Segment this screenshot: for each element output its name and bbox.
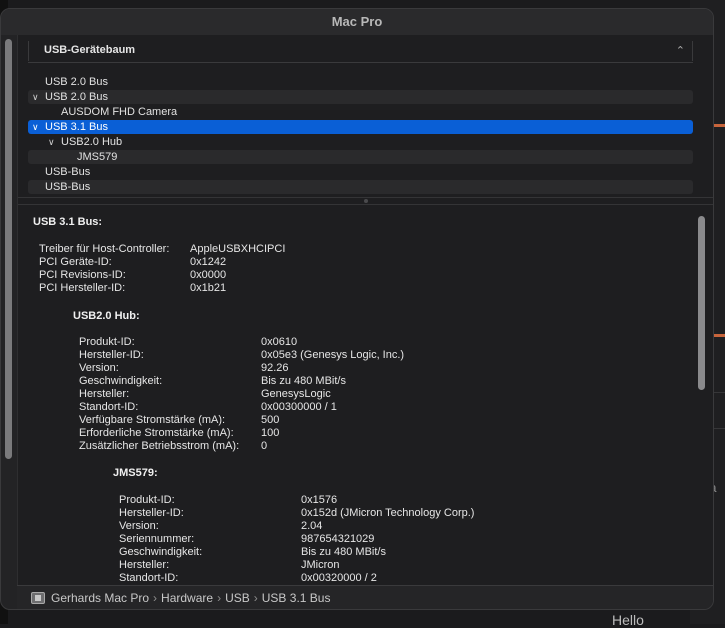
usb-device-tree: USB 2.0 Bus ∨ USB 2.0 Bus AUSDOM FHD Cam…: [28, 75, 693, 194]
prop-value: GenesysLogic: [261, 388, 331, 400]
details-scrollbar[interactable]: [698, 216, 705, 390]
tree-item-jms579[interactable]: JMS579: [28, 150, 693, 164]
prop-value: 0: [261, 440, 268, 452]
tree-item-usb-bus-2[interactable]: USB-Bus: [28, 180, 693, 194]
pane-splitter[interactable]: [18, 197, 713, 205]
tree-item-usb20-bus-2[interactable]: ∨ USB 2.0 Bus: [28, 90, 693, 104]
tree-item-label: USB 2.0 Bus: [45, 76, 108, 88]
prop-key: Produkt-ID:: [79, 336, 135, 348]
device-title: JMS579:: [113, 467, 158, 479]
prop-key: Verfügbare Stromstärke (mA):: [79, 414, 226, 426]
chevron-up-icon[interactable]: ⌃: [676, 44, 685, 57]
content-pane: USB-Gerätebaum ⌃ USB 2.0 Bus ∨ USB 2.0 B…: [17, 35, 713, 585]
prop-value: JMicron: [301, 559, 340, 571]
prop-value: AppleUSBXHCIPCI: [190, 243, 286, 255]
prop-key: Zusätzlicher Betriebsstrom (mA):: [79, 440, 240, 452]
breadcrumb-item-hardware[interactable]: Hardware: [161, 591, 213, 605]
prop-value: 100: [261, 427, 280, 439]
prop-key: Standort-ID:: [79, 401, 139, 413]
prop-key: Erforderliche Stromstärke (mA):: [79, 427, 234, 439]
prop-key: Produkt-ID:: [119, 494, 175, 506]
prop-value: 0x1242: [190, 256, 227, 268]
prop-value: Bis zu 480 MBit/s: [301, 546, 386, 558]
mac-pro-icon: [31, 592, 45, 604]
prop-value: 0x05e3 (Genesys Logic, Inc.): [261, 349, 405, 361]
tree-item-usb-bus-1[interactable]: USB-Bus: [28, 165, 693, 179]
disclosure-chevron-down-icon[interactable]: ∨: [32, 90, 39, 104]
prop-key: Standort-ID:: [119, 572, 179, 584]
bus-title: USB 3.1 Bus:: [33, 216, 103, 228]
prop-value: 987654321029: [301, 533, 375, 545]
tree-item-label: USB2.0 Hub: [61, 136, 123, 148]
tree-item-label: USB 2.0 Bus: [45, 91, 108, 103]
tree-item-usb20-hub[interactable]: ∨ USB2.0 Hub: [28, 135, 693, 149]
tree-header-title: USB-Gerätebaum: [44, 44, 136, 56]
system-information-window: Mac Pro USB-Gerätebaum ⌃ USB 2.0 Bus ∨ U…: [0, 8, 714, 610]
sidebar-scrollbar[interactable]: [5, 39, 12, 459]
tree-item-label: JMS579: [77, 151, 118, 163]
breadcrumb-item-usb31-bus[interactable]: USB 3.1 Bus: [262, 591, 331, 605]
prop-value: Bis zu 480 MBit/s: [261, 375, 346, 387]
tree-item-ausdom-camera[interactable]: AUSDOM FHD Camera: [28, 105, 693, 119]
prop-value: 92.26: [261, 362, 289, 374]
prop-key: Treiber für Host-Controller:: [39, 243, 170, 255]
tree-item-usb31-bus[interactable]: ∨ USB 3.1 Bus: [28, 120, 693, 134]
breadcrumb: Gerhards Mac Pro › Hardware › USB › USB 3.1 Bu…: [17, 585, 713, 609]
splitter-handle[interactable]: [364, 199, 368, 203]
tree-item-label: AUSDOM FHD Camera: [61, 106, 178, 118]
prop-key: Hersteller-ID:: [79, 349, 144, 361]
header-divider: [692, 41, 693, 61]
prop-value: 0x00320000 / 2: [301, 572, 377, 584]
tree-item-label: USB-Bus: [45, 166, 91, 178]
prop-key: Geschwindigkeit:: [79, 375, 163, 387]
details-pane: USB 3.1 Bus: Treiber für Host-Controller…: [18, 206, 713, 584]
prop-key: Geschwindigkeit:: [119, 546, 203, 558]
header-divider: [28, 41, 29, 61]
prop-value: 0x0610: [261, 336, 298, 348]
prop-key: Hersteller:: [119, 559, 170, 571]
prop-key: Hersteller-ID:: [119, 507, 184, 519]
prop-key: PCI Hersteller-ID:: [39, 282, 126, 294]
prop-value: 0x152d (JMicron Technology Corp.): [301, 507, 475, 519]
bg-hello-text: Hello: [612, 612, 644, 628]
hub-title: USB2.0 Hub:: [73, 310, 140, 322]
prop-key: Version:: [79, 362, 119, 374]
prop-value: 0x1576: [301, 494, 338, 506]
prop-key: PCI Revisions-ID:: [39, 269, 126, 281]
tree-item-label: USB 3.1 Bus: [45, 121, 108, 133]
prop-value: 500: [261, 414, 280, 426]
breadcrumb-item-usb[interactable]: USB: [225, 591, 250, 605]
tree-item-usb20-bus-1[interactable]: USB 2.0 Bus: [28, 75, 693, 89]
chevron-right-icon: ›: [153, 591, 158, 605]
prop-key: Hersteller:: [79, 388, 130, 400]
prop-value: 0x0000: [190, 269, 227, 281]
window-title: Mac Pro: [1, 9, 713, 35]
prop-key: PCI Geräte-ID:: [39, 256, 112, 268]
tree-item-label: USB-Bus: [45, 181, 91, 193]
prop-value: 0x00300000 / 1: [261, 401, 337, 413]
prop-value: 0x1b21: [190, 282, 227, 294]
prop-value: 2.04: [301, 520, 323, 532]
tree-header[interactable]: USB-Gerätebaum ⌃: [28, 39, 693, 63]
disclosure-chevron-down-icon[interactable]: ∨: [48, 135, 55, 149]
breadcrumb-item-computer[interactable]: Gerhards Mac Pro: [51, 591, 149, 605]
chevron-right-icon: ›: [253, 591, 258, 605]
disclosure-chevron-down-icon[interactable]: ∨: [32, 120, 39, 134]
prop-key: Seriennummer:: [119, 533, 195, 545]
chevron-right-icon: ›: [217, 591, 222, 605]
prop-key: Version:: [119, 520, 159, 532]
